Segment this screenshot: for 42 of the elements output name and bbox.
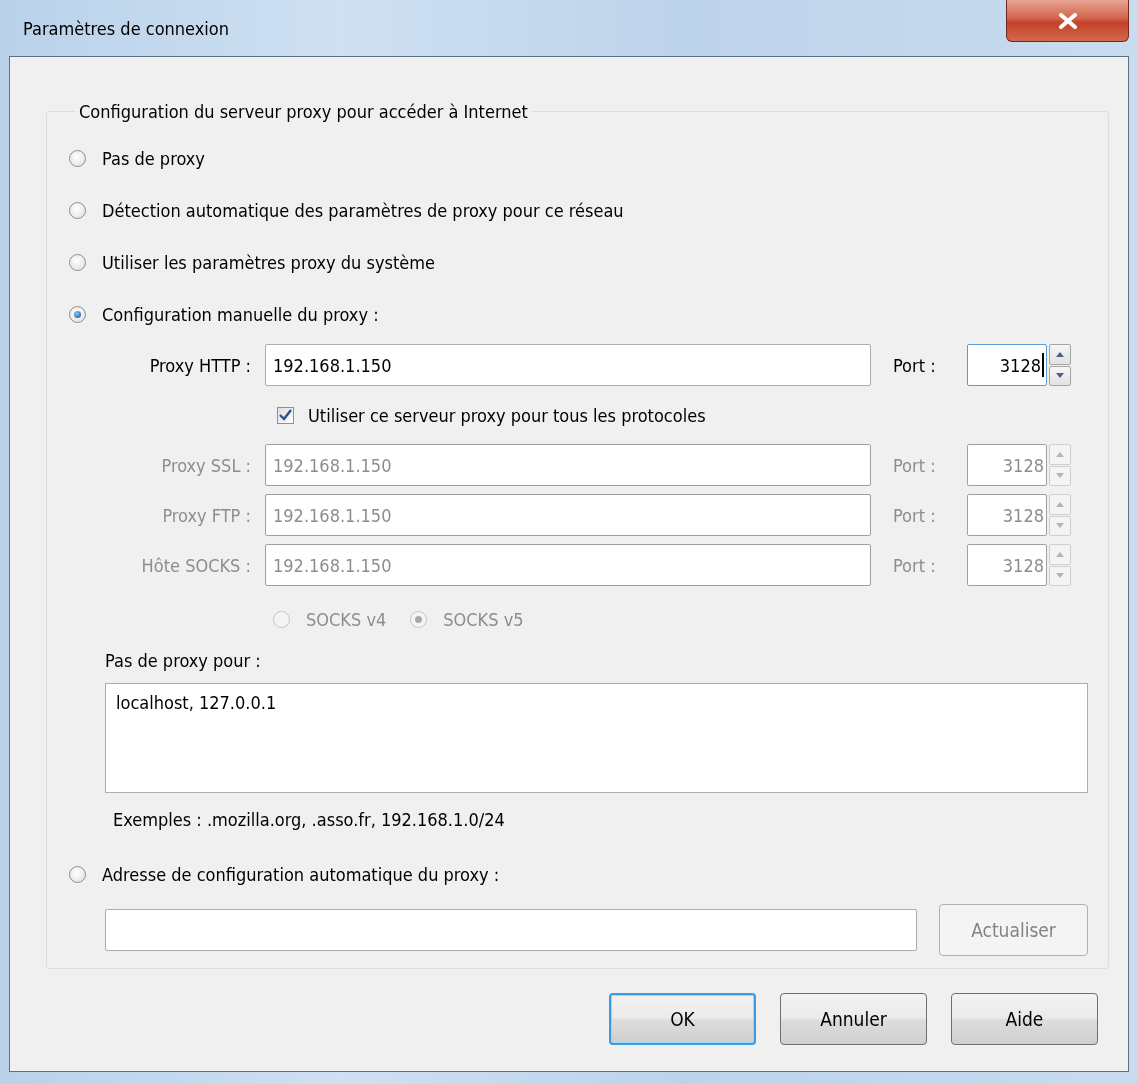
cancel-button[interactable]: Annuler: [780, 993, 927, 1045]
radio-button[interactable]: [69, 305, 86, 323]
hint-text: Exemples : .mozilla.org, .asso.fr, 192.168.1.0/24: [113, 809, 506, 830]
down-arrow-icon: [1056, 523, 1064, 529]
down-arrow-icon: [1056, 373, 1064, 379]
radio-label[interactable]: Configuration manuelle du proxy :: [102, 303, 379, 325]
radio-label[interactable]: Détection automatique des paramètres de proxy pour ce réseau: [102, 199, 624, 221]
host-field[interactable]: 192.168.1.150: [265, 344, 871, 386]
up-arrow-icon: [1056, 451, 1064, 457]
field-label: Hôte SOCKS :: [140, 554, 252, 576]
field-label: Proxy HTTP :: [148, 354, 252, 376]
down-arrow-icon: [1056, 573, 1064, 579]
help-button[interactable]: Aide: [951, 993, 1098, 1045]
window-title: Paramètres de connexion: [22, 17, 229, 39]
down-arrow-icon: [1056, 473, 1064, 479]
spin-button[interactable]: [1049, 344, 1071, 386]
port-label: Port :: [892, 454, 937, 476]
radio-label[interactable]: Utiliser les paramètres proxy du système: [102, 251, 436, 273]
checkbox[interactable]: [277, 406, 294, 424]
port-label: Port :: [892, 554, 937, 576]
field-label: Proxy SSL :: [160, 454, 252, 476]
up-arrow-icon: [1056, 551, 1064, 557]
close-icon: [1057, 12, 1078, 29]
radio-button[interactable]: [69, 149, 86, 167]
up-arrow-icon: [1056, 351, 1064, 357]
field-label: Pas de proxy pour :: [105, 650, 262, 671]
up-arrow-icon: [1056, 501, 1064, 507]
port-label: Port :: [892, 504, 937, 526]
exclusion-field[interactable]: localhost, 127.0.0.1: [105, 683, 1088, 793]
url-field[interactable]: [105, 909, 917, 951]
group-title: Configuration du serveur proxy pour accéder à Internet: [78, 101, 529, 122]
radio-label[interactable]: Pas de proxy: [102, 147, 205, 169]
port-field[interactable]: 3128: [967, 344, 1047, 386]
radio-label[interactable]: Adresse de configuration automatique du proxy :: [102, 863, 500, 885]
radio-button[interactable]: [69, 253, 86, 271]
radio-button[interactable]: [69, 865, 86, 883]
radio-button[interactable]: [69, 201, 86, 219]
close-button[interactable]: [1006, 0, 1129, 42]
checkbox-label[interactable]: Utiliser ce serveur proxy pour tous les protocoles: [308, 404, 706, 426]
field-label: Proxy FTP :: [161, 504, 252, 526]
ok-button[interactable]: OK: [609, 993, 756, 1045]
port-label: Port :: [892, 354, 937, 376]
